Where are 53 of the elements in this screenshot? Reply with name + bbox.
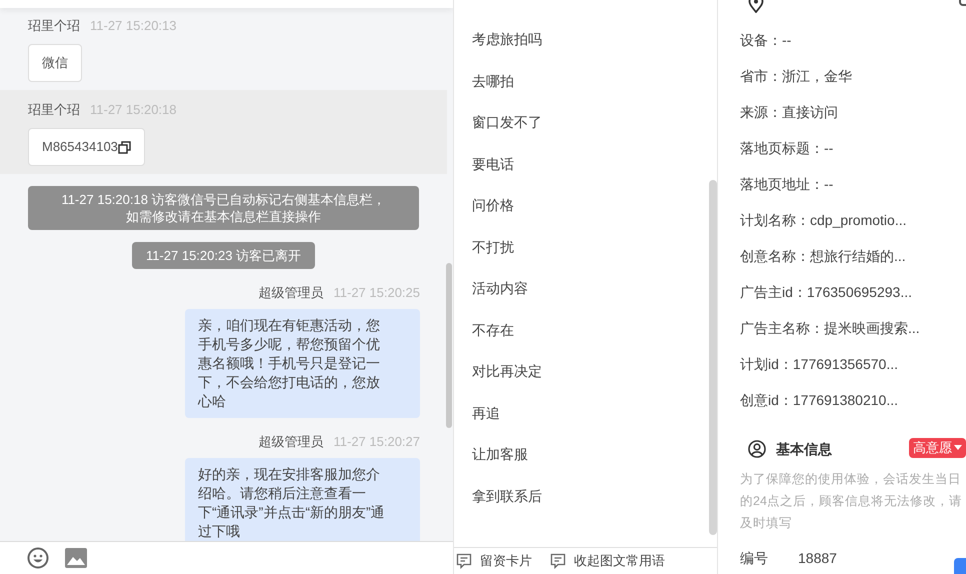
intent-tag-dropdown[interactable]: 高意愿 bbox=[909, 438, 966, 458]
quick-reply-item[interactable]: 拿到联系后 bbox=[472, 486, 542, 507]
info-field: 计划id：177691356570... bbox=[740, 354, 898, 374]
sender-name: 玿里个玿 bbox=[28, 101, 80, 120]
sender-name: 超级管理员 bbox=[258, 284, 324, 302]
message-bubble: M865434103 bbox=[28, 128, 145, 166]
sender-name: 玿里个玿 bbox=[28, 17, 80, 36]
info-field: 来源：直接访问 bbox=[740, 102, 838, 122]
toolbar-button[interactable]: 留资卡片 bbox=[456, 551, 532, 571]
message-bubble: 亲，咱们现在有钜惠活动，您手机号多少呢，帮您预留个优惠名额哦！手机号只是登记一下，不会给您打电话的，您放心哈 bbox=[185, 309, 420, 418]
section-title: 基本信息 bbox=[776, 440, 832, 458]
info-field: 计划名称：cdp_promotio... bbox=[740, 210, 906, 230]
quick-reply-item[interactable]: 对比再决定 bbox=[472, 361, 542, 382]
info-field: 设备：-- bbox=[740, 30, 792, 50]
quick-reply-item[interactable]: 去哪拍 bbox=[472, 70, 514, 92]
quick-reply-item[interactable]: 要电话 bbox=[472, 154, 514, 175]
info-field: 广告主id：176350695293... bbox=[740, 282, 912, 302]
info-field: 落地页标题：-- bbox=[740, 138, 834, 158]
field-value: 18887 bbox=[798, 549, 837, 568]
message-time: 11-27 15:20:25 bbox=[334, 284, 420, 302]
quick-reply-item[interactable]: 不存在 bbox=[472, 320, 514, 341]
system-notice: 11-27 15:20:18 访客微信号已自动标记右侧基本信息栏， 如需修改请在基本信息栏直接操作 bbox=[28, 186, 419, 230]
copy-icon[interactable] bbox=[118, 140, 131, 154]
info-field: 广告主名称：提米映画搜索... bbox=[740, 318, 920, 338]
list-scrollbar[interactable] bbox=[709, 180, 717, 535]
user-icon bbox=[748, 440, 766, 458]
quick-reply-item[interactable]: 问价格 bbox=[472, 195, 514, 216]
quick-reply-item[interactable]: 考虑旅拍吗 bbox=[472, 29, 542, 50]
info-field: 创意名称：想旅行结婚的... bbox=[740, 246, 906, 266]
info-field: 省市：浙江，金华 bbox=[740, 66, 852, 86]
caret-icon bbox=[954, 445, 962, 451]
info-field: 落地页地址：-- bbox=[740, 174, 834, 194]
sender-name: 超级管理员 bbox=[258, 433, 324, 452]
quick-reply-item[interactable]: 不打扰 bbox=[472, 236, 514, 258]
notice-text: 为了保障您的使用体验，会话发生当日的24点之后，顾客信息将无法修改，请及时填写 bbox=[740, 471, 963, 532]
image-icon[interactable] bbox=[65, 548, 87, 568]
location-icon bbox=[748, 0, 764, 13]
message-bubble: 好的亲，现在安排客服加您介绍哈。请您稍后注意查看一下“通讯录”并点击“新的朋友”通过下哦 bbox=[185, 458, 420, 541]
quick-reply-item[interactable]: 让加客服 bbox=[472, 444, 528, 466]
chat-scrollbar[interactable] bbox=[446, 263, 452, 428]
system-notice: 11-27 15:20:23 访客已离开 bbox=[132, 242, 316, 269]
message-time: 11-27 15:20:27 bbox=[334, 433, 420, 452]
quick-reply-item[interactable]: 窗口发不了 bbox=[472, 112, 542, 134]
emoji-icon[interactable] bbox=[27, 547, 49, 569]
comment-icon bbox=[550, 553, 566, 569]
quick-reply-item[interactable]: 再追 bbox=[472, 402, 500, 424]
toolbar-button[interactable]: 收起图文常用语 bbox=[550, 551, 665, 571]
quick-reply-item[interactable]: 活动内容 bbox=[472, 278, 528, 300]
message-time: 11-27 15:20:13 bbox=[90, 17, 176, 36]
message-bubble: 微信 bbox=[28, 44, 82, 82]
comment-icon bbox=[456, 553, 472, 569]
info-field: 创意id：177691380210... bbox=[740, 390, 898, 410]
field-label: 编号 bbox=[740, 549, 768, 568]
